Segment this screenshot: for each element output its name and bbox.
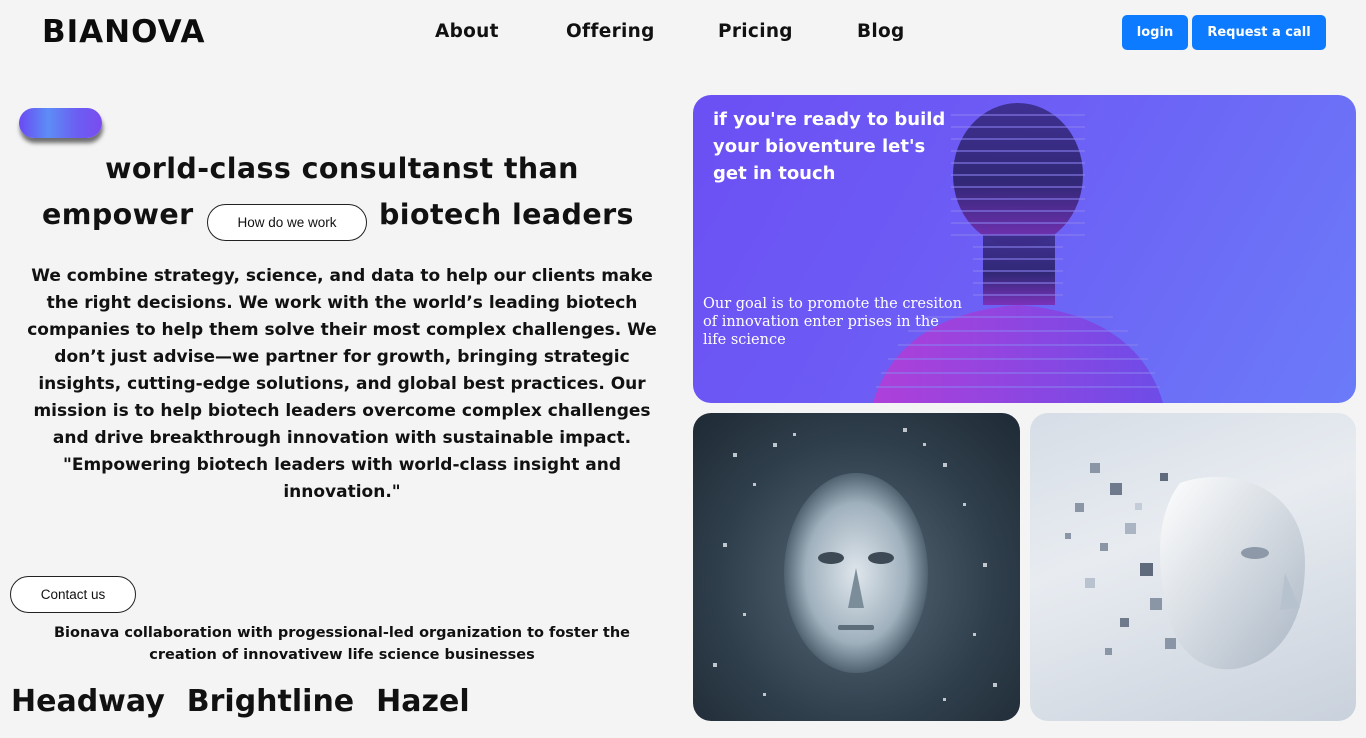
nav-pricing[interactable]: Pricing — [718, 21, 793, 42]
pixelated-face-image — [713, 428, 997, 701]
request-call-button[interactable]: Request a call — [1192, 15, 1326, 50]
partner-brands: Headway Brightline Hazel — [11, 684, 470, 719]
hero-description: We combine strategy, science, and data t… — [18, 263, 666, 506]
login-button[interactable]: login — [1122, 15, 1188, 50]
landing-page: BIANOVA About Offering Pricing Blog logi… — [0, 0, 1366, 738]
brand-hazel: Hazel — [376, 684, 470, 719]
decorative-gradient-pill — [19, 108, 102, 138]
hero-quote: "Empowering biotech leaders with world-c… — [62, 455, 621, 502]
how-we-work-button[interactable]: How do we work — [207, 204, 367, 241]
brand-headway: Headway — [11, 684, 165, 719]
digital-face-card-dark — [693, 413, 1020, 721]
voxel-face-image — [1065, 463, 1305, 670]
collaboration-text: Bionava collaboration with progessional-… — [54, 625, 630, 663]
nav-about[interactable]: About — [435, 21, 499, 42]
nav-blog[interactable]: Blog — [857, 21, 905, 42]
contact-us-button[interactable]: Contact us — [10, 576, 136, 613]
nav-offering[interactable]: Offering — [566, 21, 655, 42]
bioventure-card-title: if you're ready to build your bioventure… — [713, 109, 946, 184]
brand-brightline: Brightline — [186, 684, 355, 719]
headline-line-2-end: biotech leaders — [379, 198, 634, 231]
bioventure-card-subtitle: Our goal is to promote the cresiton of i… — [703, 296, 962, 348]
digital-face-card-light — [1030, 413, 1356, 721]
brand-logo[interactable]: BIANOVA — [42, 14, 206, 50]
bioventure-card[interactable]: if you're ready to build your bioventure… — [693, 95, 1356, 403]
headline-line-2-start: empower — [42, 198, 194, 231]
hero-paragraph: We combine strategy, science, and data t… — [27, 266, 657, 448]
headline-line-1: world-class consultanst than — [105, 152, 579, 185]
